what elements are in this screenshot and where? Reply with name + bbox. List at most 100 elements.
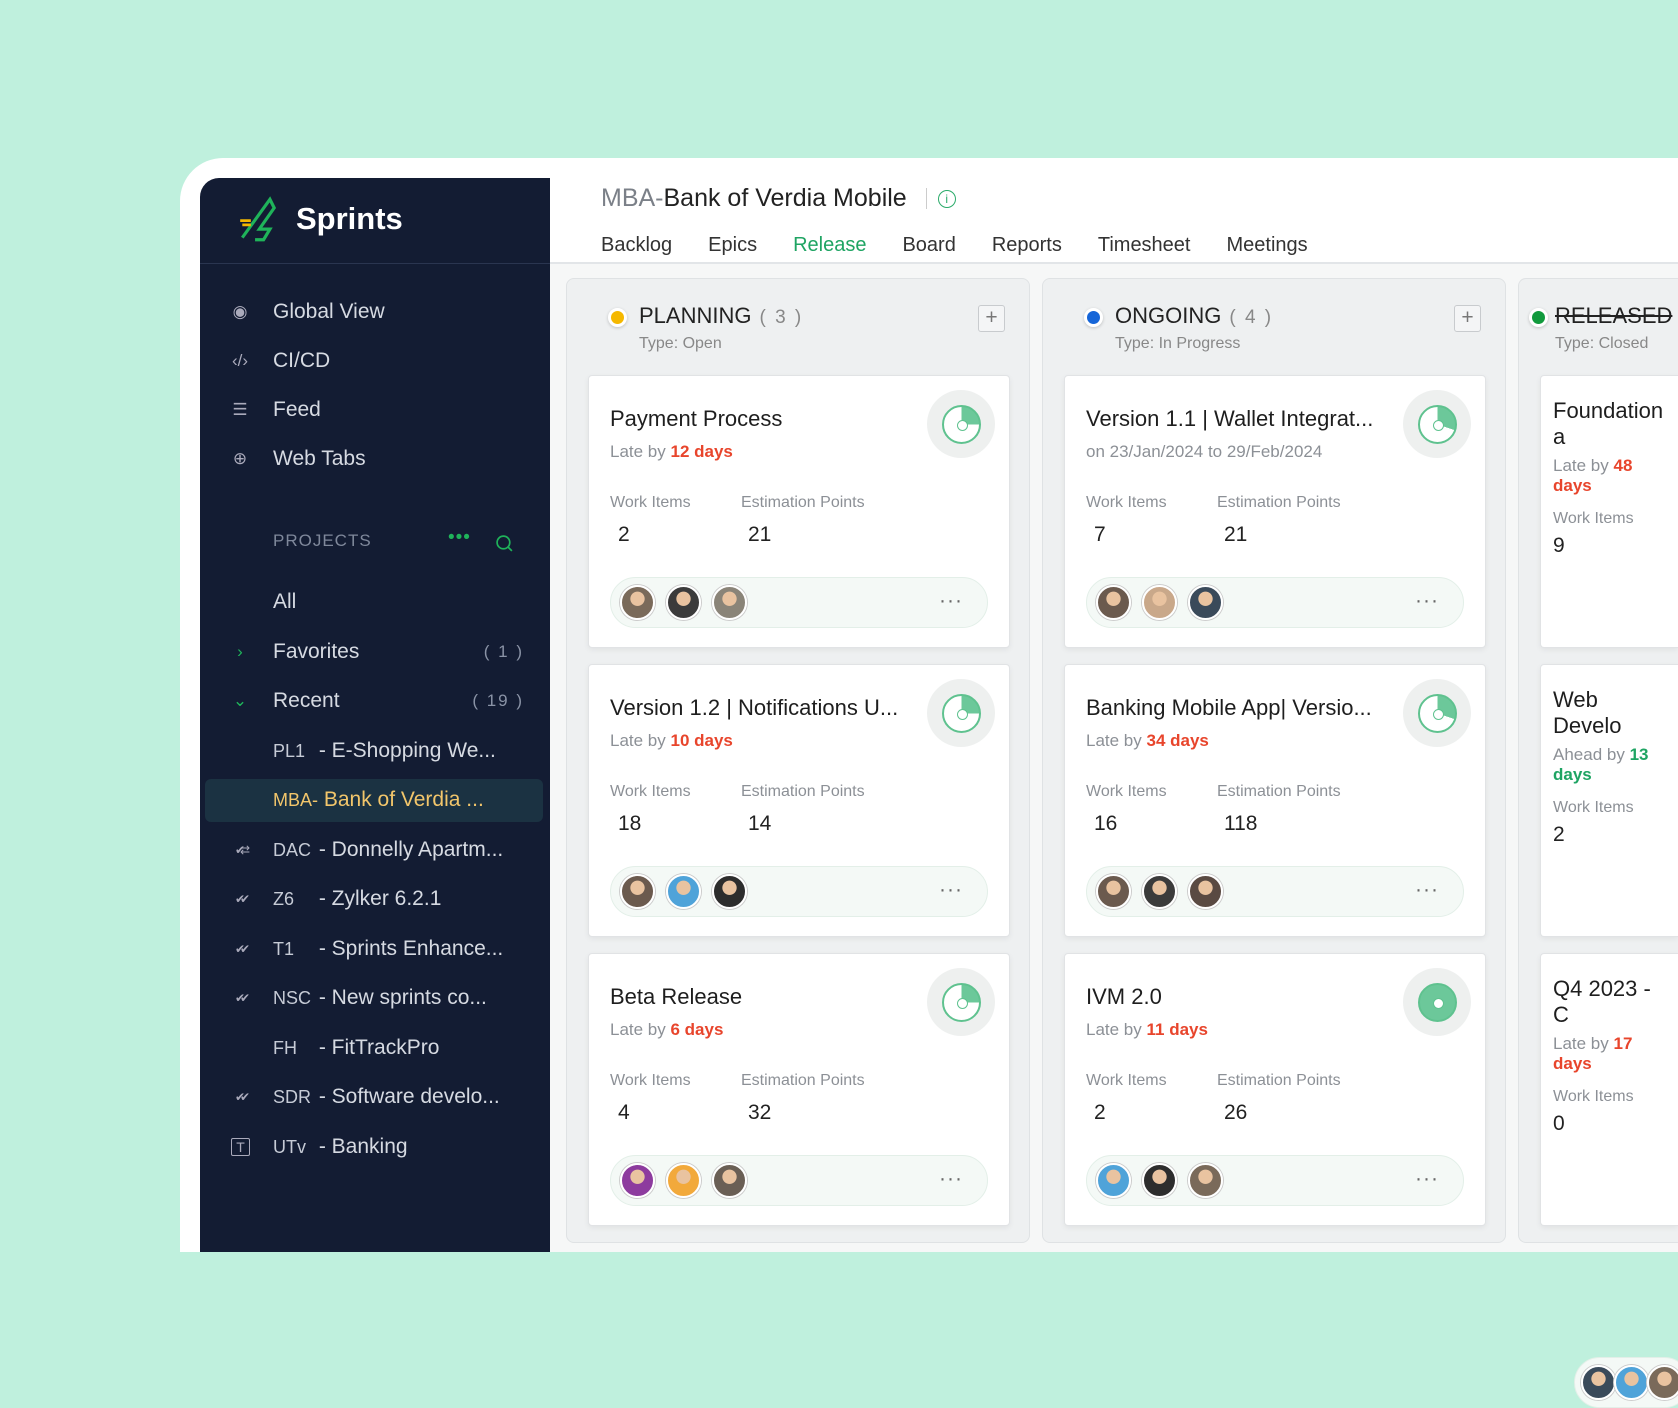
add-release-button[interactable]: + — [978, 305, 1005, 332]
avatar[interactable] — [1581, 1365, 1616, 1400]
release-title[interactable]: Web Develo — [1553, 687, 1668, 739]
add-release-button[interactable]: + — [1454, 305, 1481, 332]
release-title[interactable]: Version 1.1 | Wallet Integrat... — [1086, 406, 1373, 432]
avatar[interactable] — [666, 1163, 701, 1198]
avatar[interactable] — [1142, 874, 1177, 909]
avatar[interactable] — [1188, 1163, 1223, 1198]
tab-meetings[interactable]: Meetings — [1227, 234, 1308, 257]
search-icon[interactable] — [495, 534, 514, 553]
column-type: Type: Closed — [1555, 335, 1649, 352]
release-title[interactable]: IVM 2.0 — [1086, 984, 1162, 1010]
release-board: PLANNING( 3 ) Type: Open + Payment Proce… — [550, 264, 1678, 1408]
release-title[interactable]: Foundation a — [1553, 398, 1668, 450]
work-items-value: 0 — [1553, 1112, 1565, 1135]
brand-logo[interactable]: Sprints — [238, 193, 403, 244]
sidebar-item-ci-cd[interactable]: ‹/› CI/CD — [200, 339, 550, 382]
avatar[interactable] — [666, 874, 701, 909]
avatar[interactable] — [1614, 1365, 1649, 1400]
progress-chart[interactable] — [1403, 679, 1471, 747]
progress-chart[interactable] — [1403, 968, 1471, 1036]
release-card[interactable]: Banking Mobile App| Versio... Late by 34… — [1064, 664, 1486, 937]
project-item[interactable]: ✔✔ NSC - New sprints co... — [200, 977, 550, 1020]
chevron-right-icon: › — [237, 641, 243, 661]
avatar[interactable] — [620, 585, 655, 620]
more-options-icon[interactable]: ··· — [1415, 878, 1439, 902]
more-options-icon[interactable]: ··· — [1415, 1167, 1439, 1191]
avatar[interactable] — [620, 874, 655, 909]
progress-chart[interactable] — [927, 968, 995, 1036]
project-item[interactable]: ✔✔ T1 - Sprints Enhance... — [200, 927, 550, 970]
project-item[interactable]: PL1 - E-Shopping We... — [200, 729, 550, 772]
tab-epics[interactable]: Epics — [708, 234, 757, 257]
more-options-icon[interactable]: ··· — [939, 1167, 963, 1191]
release-card[interactable]: Version 1.2 | Notifications U... Late by… — [588, 664, 1010, 937]
brand-name: Sprints — [296, 200, 403, 236]
avatar[interactable] — [1096, 874, 1131, 909]
column-title: ONGOING( 4 ) — [1115, 303, 1274, 328]
sidebar-item-favorites[interactable]: › Favorites( 1 ) — [200, 630, 550, 673]
tab-release[interactable]: Release — [793, 234, 866, 257]
project-item[interactable]: T UTv - Banking — [200, 1125, 550, 1168]
progress-chart[interactable] — [927, 679, 995, 747]
tab-timesheet[interactable]: Timesheet — [1098, 234, 1191, 257]
column-type: Type: Open — [639, 335, 722, 352]
project-item[interactable]: FH - FitTrackPro — [200, 1026, 550, 1069]
work-items-value: 9 — [1553, 534, 1565, 557]
column-title: PLANNING( 3 ) — [639, 303, 804, 328]
release-card[interactable]: Web Develo Ahead by 13 days Work Items 2 — [1540, 664, 1678, 1119]
release-status: Late by 10 days — [610, 731, 733, 750]
avatar[interactable] — [620, 1163, 655, 1198]
avatar[interactable] — [1647, 1365, 1678, 1400]
project-item[interactable]: MBA- Bank of Verdia ... — [205, 778, 543, 822]
project-item[interactable]: ✔⇄ DAC - Donnelly Apartm... — [200, 828, 550, 871]
release-title[interactable]: Q4 2023 - C — [1553, 976, 1668, 1028]
estimation-points-label: Estimation Points — [1217, 1072, 1341, 1089]
sidebar-item-global-view[interactable]: ◉ Global View — [200, 290, 550, 333]
avatar[interactable] — [1096, 1163, 1131, 1198]
estimation-points-value: 21 — [748, 523, 772, 546]
sidebar-item-web-tabs[interactable]: ⊕ Web Tabs — [200, 437, 550, 480]
work-items-label: Work Items — [1553, 799, 1634, 816]
page-title: MBA-Bank of Verdia Mobile i — [601, 184, 956, 213]
status-dot-icon — [1084, 308, 1103, 327]
avatar[interactable] — [1142, 1163, 1177, 1198]
release-status: Ahead by 13 days — [1553, 745, 1649, 784]
progress-chart[interactable] — [1403, 390, 1471, 458]
avatar[interactable] — [1188, 874, 1223, 909]
tab-backlog[interactable]: Backlog — [601, 234, 672, 257]
double-check-icon: ✔✔ — [234, 941, 250, 956]
avatar[interactable] — [1188, 585, 1223, 620]
project-item[interactable]: ✔✔ SDR - Software develo... — [200, 1076, 550, 1119]
progress-chart[interactable] — [927, 390, 995, 458]
avatar[interactable] — [1096, 585, 1131, 620]
sidebar-item-feed[interactable]: ☰ Feed — [200, 388, 550, 431]
tab-board[interactable]: Board — [902, 234, 955, 257]
release-title[interactable]: Beta Release — [610, 984, 742, 1010]
release-card[interactable]: Foundation a Late by 48 days Work Items … — [1540, 375, 1678, 830]
projects-more-icon[interactable]: ••• — [448, 527, 471, 549]
release-card[interactable]: Beta Release Late by 6 days Work Items 4… — [588, 953, 1010, 1226]
progress-pie-icon — [941, 982, 981, 1022]
avatar[interactable] — [666, 585, 701, 620]
info-icon[interactable]: i — [937, 189, 956, 208]
avatar[interactable] — [712, 585, 747, 620]
sidebar-item-all[interactable]: All — [200, 580, 550, 623]
more-options-icon[interactable]: ··· — [1415, 589, 1439, 613]
sidebar-item-recent[interactable]: ⌄ Recent( 19 ) — [200, 679, 550, 722]
release-card[interactable]: Version 1.1 | Wallet Integrat... on 23/J… — [1064, 375, 1486, 648]
release-card[interactable]: IVM 2.0 Late by 11 days Work Items 2 Est… — [1064, 953, 1486, 1226]
release-title[interactable]: Payment Process — [610, 406, 782, 432]
release-title[interactable]: Version 1.2 | Notifications U... — [610, 695, 898, 721]
release-title[interactable]: Banking Mobile App| Versio... — [1086, 695, 1372, 721]
avatar[interactable] — [712, 874, 747, 909]
project-item[interactable]: ✔✔ Z6 - Zylker 6.2.1 — [200, 878, 550, 921]
release-card[interactable]: Payment Process Late by 12 days Work Ite… — [588, 375, 1010, 648]
tab-reports[interactable]: Reports — [992, 234, 1062, 257]
release-card[interactable]: Q4 2023 - C Late by 17 days Work Items 0 — [1540, 953, 1678, 1408]
more-options-icon[interactable]: ··· — [939, 589, 963, 613]
more-options-icon[interactable]: ··· — [939, 878, 963, 902]
column-ongoing: ONGOING( 4 ) Type: In Progress + Version… — [1042, 278, 1506, 1243]
avatar[interactable] — [712, 1163, 747, 1198]
avatar[interactable] — [1142, 585, 1177, 620]
estimation-points-value: 32 — [748, 1101, 772, 1124]
